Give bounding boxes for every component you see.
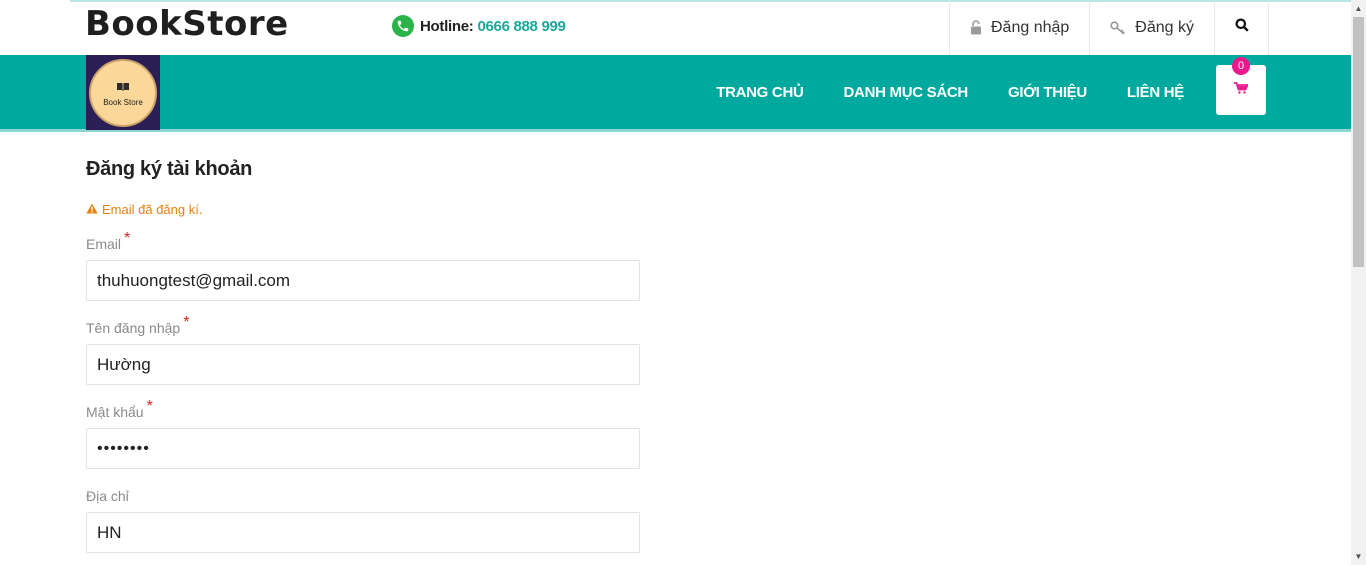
- password-label: Mật khẩu *: [86, 398, 640, 422]
- password-value: ••••••••: [97, 439, 150, 457]
- cart-count-badge: 0: [1232, 57, 1250, 75]
- store-logo[interactable]: Book Store: [86, 55, 160, 130]
- logo-circle: Book Store: [89, 58, 157, 127]
- nav-item-contact[interactable]: LIÊN HỆ: [1127, 84, 1184, 101]
- warning-icon: [86, 202, 98, 217]
- scroll-up-arrow-icon[interactable]: ▲: [1351, 0, 1366, 17]
- nav-item-home[interactable]: TRANG CHỦ: [716, 84, 804, 101]
- nav-item-categories[interactable]: DANH MỤC SÁCH: [844, 84, 969, 101]
- nav-item-about[interactable]: GIỚI THIỆU: [1008, 84, 1087, 101]
- page-scrollbar[interactable]: ▲ ▼: [1351, 0, 1366, 565]
- register-link[interactable]: Đăng ký: [1089, 0, 1214, 55]
- nav-menu: TRANG CHỦ DANH MỤC SÁCH GIỚI THIỆU LIÊN …: [676, 55, 1184, 129]
- required-mark: *: [183, 314, 190, 331]
- hotline-number[interactable]: 0666 888 999: [477, 18, 565, 35]
- email-field[interactable]: thuhuongtest@gmail.com: [86, 260, 640, 301]
- address-label-text: Địa chỉ: [86, 488, 129, 504]
- email-value: thuhuongtest@gmail.com: [97, 270, 291, 290]
- email-label-text: Email: [86, 236, 122, 252]
- alert-text: Email đã đăng kí.: [102, 202, 203, 217]
- hotline-label: Hotline:: [420, 17, 474, 35]
- brand-name[interactable]: BookStore: [85, 4, 289, 44]
- login-link[interactable]: Đăng nhập: [949, 0, 1089, 55]
- account-links: Đăng nhập Đăng ký: [949, 0, 1269, 55]
- page-title: Đăng ký tài khoản: [86, 158, 253, 180]
- login-label: Đăng nhập: [991, 18, 1070, 36]
- register-label: Đăng ký: [1135, 18, 1194, 36]
- address-value: HN: [97, 522, 122, 542]
- phone-icon: [392, 15, 414, 37]
- hotline: Hotline: 0666 888 999: [392, 15, 566, 37]
- cart-button[interactable]: 0: [1216, 57, 1266, 115]
- username-field[interactable]: Hường: [86, 344, 640, 385]
- username-value: Hường: [97, 354, 151, 374]
- email-label: Email *: [86, 230, 640, 254]
- top-header: BookStore Hotline: 0666 888 999 Đăng nhậ…: [0, 0, 1351, 55]
- required-mark: *: [146, 398, 153, 415]
- search-button[interactable]: [1214, 0, 1269, 55]
- key-icon: [1110, 20, 1126, 35]
- scroll-down-arrow-icon[interactable]: ▼: [1351, 548, 1366, 565]
- scrollbar-thumb[interactable]: [1353, 17, 1364, 267]
- lock-icon: [970, 20, 982, 35]
- required-mark: *: [124, 230, 131, 247]
- search-icon: [1235, 18, 1249, 37]
- cart-icon: [1234, 81, 1249, 99]
- main-navbar: Book Store TRANG CHỦ DANH MỤC SÁCH GIỚI …: [0, 55, 1351, 132]
- register-form: Đăng ký tài khoản Email đã đăng kí. Emai…: [86, 150, 640, 553]
- book-icon: [116, 78, 130, 96]
- address-label: Địa chỉ: [86, 488, 640, 506]
- logo-text: Book Store: [103, 98, 143, 107]
- username-label: Tên đăng nhập *: [86, 314, 640, 338]
- password-field[interactable]: ••••••••: [86, 428, 640, 469]
- password-label-text: Mật khẩu: [86, 404, 144, 420]
- username-label-text: Tên đăng nhập: [86, 320, 181, 336]
- address-field[interactable]: HN: [86, 512, 640, 553]
- error-alert: Email đã đăng kí.: [86, 202, 640, 217]
